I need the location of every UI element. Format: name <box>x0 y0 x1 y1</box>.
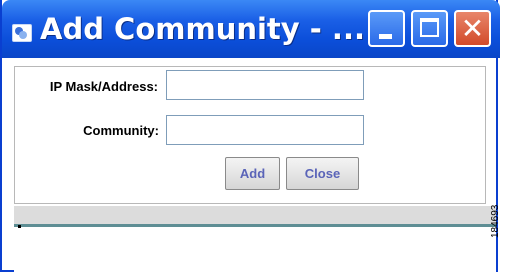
window-title: Add Community - ... <box>40 12 365 46</box>
bottom-panel <box>14 227 496 272</box>
ip-mask-address-label: IP Mask/Address: <box>49 79 158 94</box>
status-area <box>14 206 496 224</box>
ip-mask-address-input[interactable] <box>166 70 364 100</box>
close-icon: ✕ <box>460 12 485 45</box>
community-label: Community: <box>83 123 159 138</box>
close-window-button[interactable]: ✕ <box>454 10 491 47</box>
maximize-icon <box>420 18 439 37</box>
add-community-window: Add Community - ... ✕ IP Mask/Address: C… <box>0 0 500 272</box>
figure-number: 184693 <box>490 204 501 238</box>
community-input[interactable] <box>166 115 364 145</box>
close-button[interactable]: Close <box>286 157 359 190</box>
java-app-icon[interactable] <box>12 24 32 42</box>
add-button[interactable]: Add <box>225 157 280 190</box>
title-bar[interactable]: Add Community - ... ✕ <box>2 0 500 58</box>
marker-dot <box>18 225 21 228</box>
minimize-icon <box>379 34 392 39</box>
maximize-button[interactable] <box>411 10 448 47</box>
minimize-button[interactable] <box>368 10 405 47</box>
